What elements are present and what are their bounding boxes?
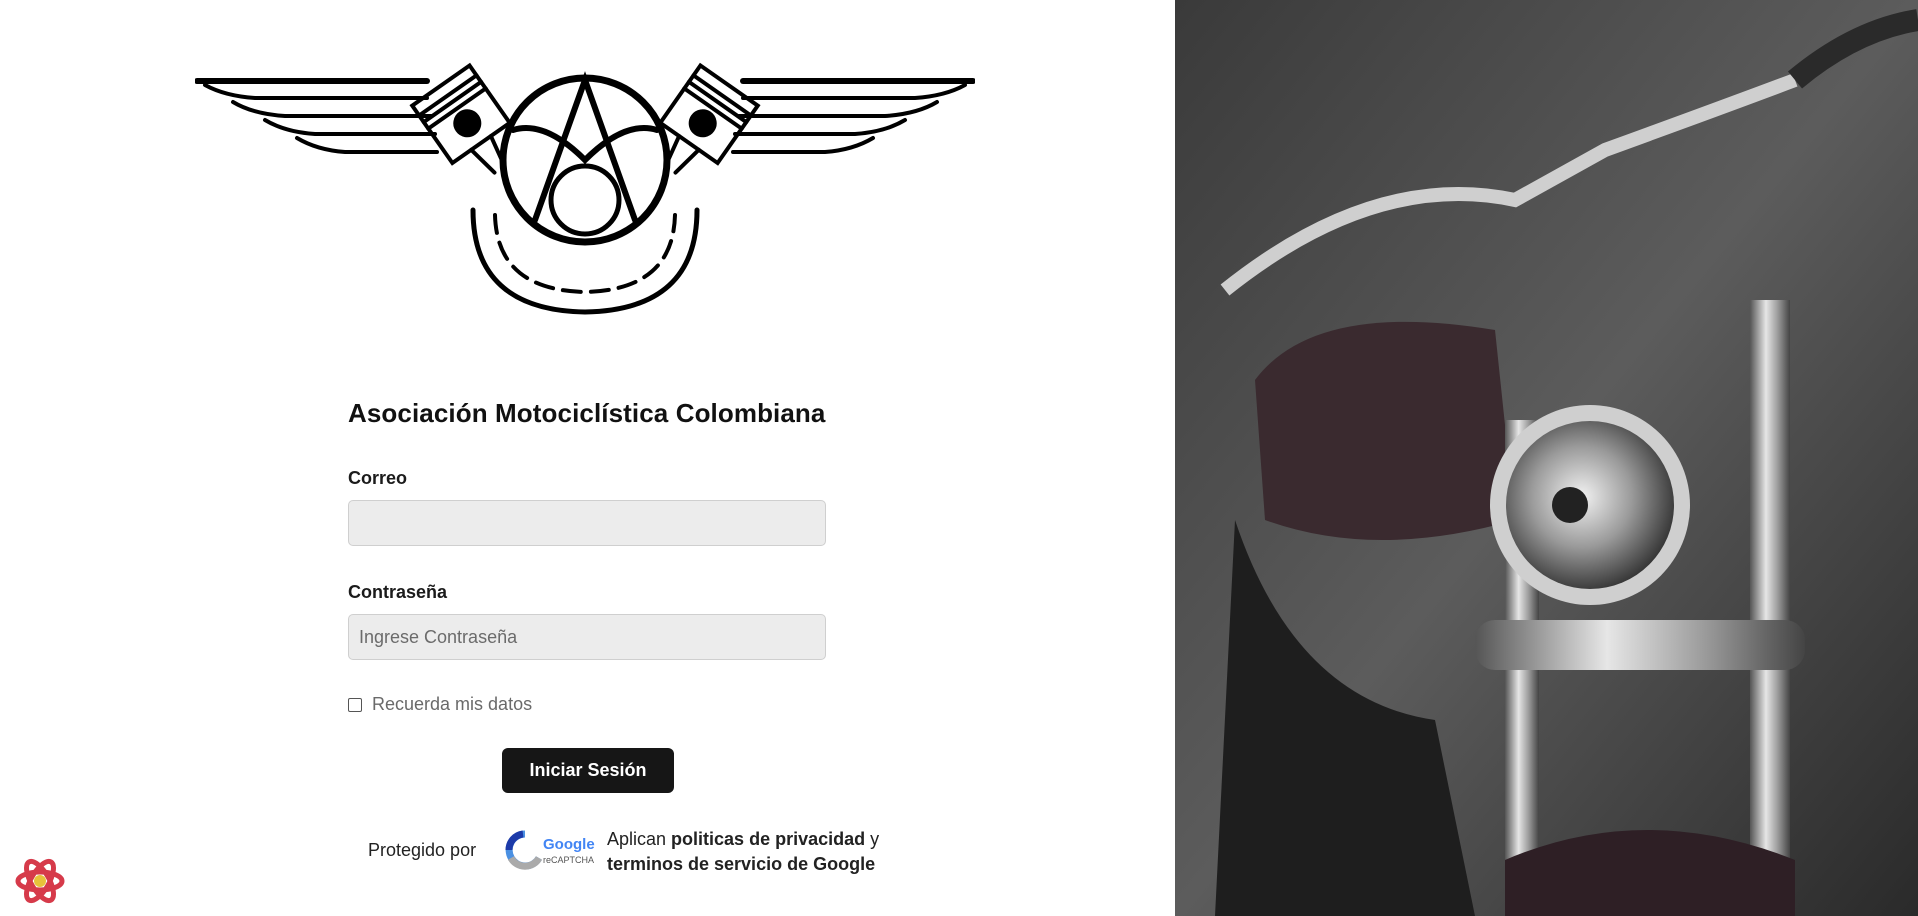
privacy-link[interactable]: politicas de privacidad <box>671 829 865 849</box>
react-icon[interactable] <box>14 855 66 907</box>
recaptcha-icon: Google reCAPTCHA <box>505 830 595 870</box>
password-field[interactable] <box>348 614 826 660</box>
logo-icon <box>195 62 975 315</box>
email-field[interactable] <box>348 500 826 546</box>
policy-text: Aplican politicas de privacidad y termin… <box>607 827 879 877</box>
remember-me[interactable]: Recuerda mis datos <box>348 694 532 715</box>
policy-prefix: Aplican <box>607 829 672 849</box>
policy-connector: y <box>865 829 880 849</box>
remember-checkbox[interactable] <box>348 697 362 712</box>
login-button[interactable]: Iniciar Sesión <box>502 748 674 793</box>
email-label: Correo <box>348 468 408 488</box>
login-form: Asociación Motociclística Colombiana Cor… <box>348 398 828 793</box>
login-panel: Asociación Motociclística Colombiana Cor… <box>0 0 1175 916</box>
recaptcha-notice: Protegido por Google reCAPTCHA Aplican p… <box>368 823 908 879</box>
terms-link[interactable]: terminos de servicio de Google <box>607 854 875 874</box>
protected-by-label: Protegido por <box>368 840 477 860</box>
hero-image <box>1175 0 1918 916</box>
motorcycle-photo-icon <box>1175 0 1918 916</box>
recaptcha-google-text: Google <box>543 836 595 853</box>
password-label: Contraseña <box>348 582 448 602</box>
page-title: Asociación Motociclística Colombiana <box>348 398 826 428</box>
remember-label: Recuerda mis datos <box>372 694 533 714</box>
recaptcha-sub-text: reCAPTCHA <box>543 855 594 865</box>
